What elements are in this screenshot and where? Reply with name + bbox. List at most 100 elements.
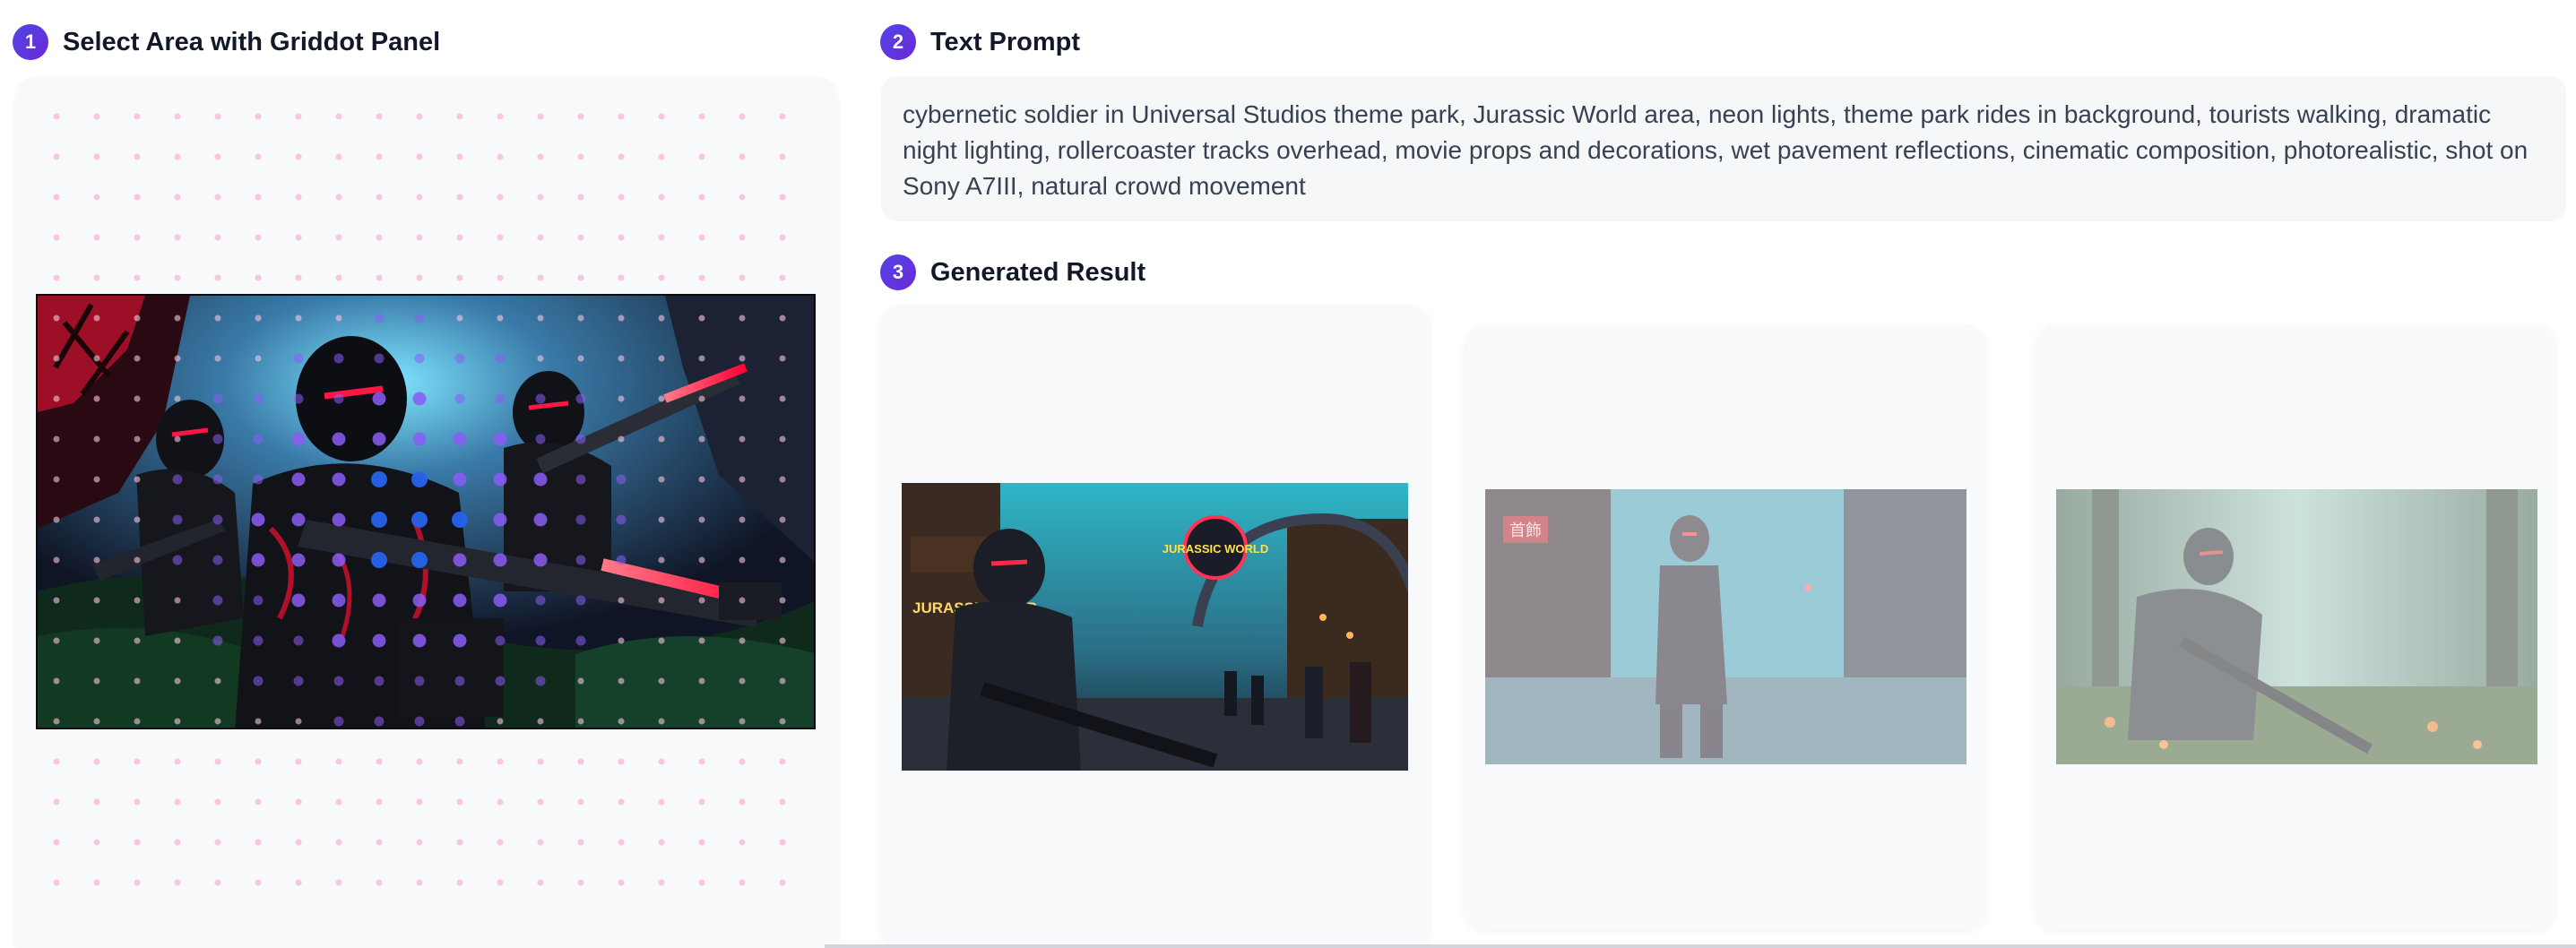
grid-dot[interactable] <box>134 194 141 201</box>
grid-dot[interactable] <box>255 153 262 160</box>
grid-dot[interactable] <box>739 194 746 201</box>
grid-dot[interactable] <box>93 113 100 120</box>
grid-dot[interactable] <box>93 879 100 886</box>
grid-dot[interactable] <box>618 879 625 886</box>
grid-dot[interactable] <box>53 758 60 765</box>
grid-dot[interactable] <box>134 153 141 160</box>
grid-dot[interactable] <box>53 113 60 120</box>
grid-dot[interactable] <box>174 879 181 886</box>
grid-dot[interactable] <box>779 758 786 765</box>
grid-dot[interactable] <box>335 113 342 120</box>
grid-dot[interactable] <box>618 758 625 765</box>
grid-dot[interactable] <box>295 839 302 846</box>
grid-dot[interactable] <box>456 274 463 281</box>
grid-dot[interactable] <box>335 194 342 201</box>
grid-dot[interactable] <box>53 153 60 160</box>
grid-dot[interactable] <box>779 234 786 241</box>
grid-dot[interactable] <box>93 798 100 806</box>
grid-dot[interactable] <box>779 153 786 160</box>
grid-dot[interactable] <box>779 194 786 201</box>
grid-dot[interactable] <box>618 194 625 201</box>
grid-dot[interactable] <box>335 879 342 886</box>
grid-dot[interactable] <box>416 758 423 765</box>
grid-dot[interactable] <box>53 879 60 886</box>
grid-dot[interactable] <box>497 194 504 201</box>
grid-dot[interactable] <box>779 113 786 120</box>
grid-dot[interactable] <box>658 194 665 201</box>
grid-dot[interactable] <box>618 113 625 120</box>
grid-dot[interactable] <box>577 798 584 806</box>
grid-dot[interactable] <box>214 194 221 201</box>
text-prompt-box[interactable]: cybernetic soldier in Universal Studios … <box>881 76 2566 221</box>
grid-dot[interactable] <box>376 234 383 241</box>
grid-dot[interactable] <box>497 839 504 846</box>
grid-dot[interactable] <box>577 839 584 846</box>
grid-dot[interactable] <box>376 153 383 160</box>
grid-dot[interactable] <box>416 798 423 806</box>
grid-dot[interactable] <box>537 194 544 201</box>
grid-dot[interactable] <box>93 274 100 281</box>
result-card-2[interactable]: 首飾 <box>1465 324 1986 930</box>
result-card-3[interactable] <box>2035 324 2556 930</box>
grid-dot[interactable] <box>214 798 221 806</box>
grid-dot[interactable] <box>456 153 463 160</box>
grid-dot[interactable] <box>295 798 302 806</box>
grid-dot[interactable] <box>174 274 181 281</box>
grid-dot[interactable] <box>335 234 342 241</box>
grid-dot[interactable] <box>779 274 786 281</box>
grid-dot[interactable] <box>174 194 181 201</box>
grid-dot[interactable] <box>53 839 60 846</box>
grid-dot[interactable] <box>93 153 100 160</box>
grid-dot[interactable] <box>295 274 302 281</box>
grid-dot[interactable] <box>658 153 665 160</box>
grid-dot[interactable] <box>698 153 705 160</box>
grid-dot[interactable] <box>255 798 262 806</box>
grid-dot[interactable] <box>93 758 100 765</box>
grid-dot[interactable] <box>456 879 463 886</box>
grid-dot[interactable] <box>416 234 423 241</box>
grid-dot[interactable] <box>739 879 746 886</box>
grid-dot[interactable] <box>537 113 544 120</box>
grid-dot[interactable] <box>739 113 746 120</box>
grid-dot[interactable] <box>53 798 60 806</box>
grid-dot[interactable] <box>537 879 544 886</box>
grid-dot[interactable] <box>335 798 342 806</box>
grid-dot[interactable] <box>739 839 746 846</box>
grid-dot[interactable] <box>295 194 302 201</box>
grid-dot[interactable] <box>739 234 746 241</box>
grid-dot[interactable] <box>214 839 221 846</box>
grid-dot[interactable] <box>416 113 423 120</box>
grid-dot[interactable] <box>698 798 705 806</box>
grid-dot[interactable] <box>93 839 100 846</box>
grid-dot[interactable] <box>174 113 181 120</box>
grid-dot[interactable] <box>93 194 100 201</box>
grid-dot[interactable] <box>174 234 181 241</box>
grid-dot[interactable] <box>416 194 423 201</box>
grid-dot[interactable] <box>416 274 423 281</box>
grid-dot[interactable] <box>295 879 302 886</box>
grid-dot[interactable] <box>698 879 705 886</box>
grid-dot[interactable] <box>618 153 625 160</box>
grid-dot[interactable] <box>537 758 544 765</box>
result-card-1[interactable]: JURASSIC WORLD JURASSIC SHOP <box>880 306 1431 948</box>
grid-dot[interactable] <box>618 798 625 806</box>
grid-dot[interactable] <box>779 839 786 846</box>
grid-dot[interactable] <box>618 839 625 846</box>
grid-dot[interactable] <box>698 758 705 765</box>
grid-dot[interactable] <box>698 274 705 281</box>
grid-dot[interactable] <box>577 234 584 241</box>
grid-dot[interactable] <box>335 274 342 281</box>
grid-dot[interactable] <box>416 153 423 160</box>
grid-dot[interactable] <box>497 274 504 281</box>
grid-dot[interactable] <box>698 839 705 846</box>
grid-dot[interactable] <box>174 839 181 846</box>
grid-dot[interactable] <box>577 758 584 765</box>
grid-dot[interactable] <box>214 234 221 241</box>
grid-dot[interactable] <box>376 839 383 846</box>
grid-dot[interactable] <box>174 153 181 160</box>
grid-dot[interactable] <box>618 234 625 241</box>
grid-dot[interactable] <box>295 113 302 120</box>
grid-dot[interactable] <box>658 758 665 765</box>
grid-dot[interactable] <box>416 839 423 846</box>
grid-dot[interactable] <box>537 798 544 806</box>
